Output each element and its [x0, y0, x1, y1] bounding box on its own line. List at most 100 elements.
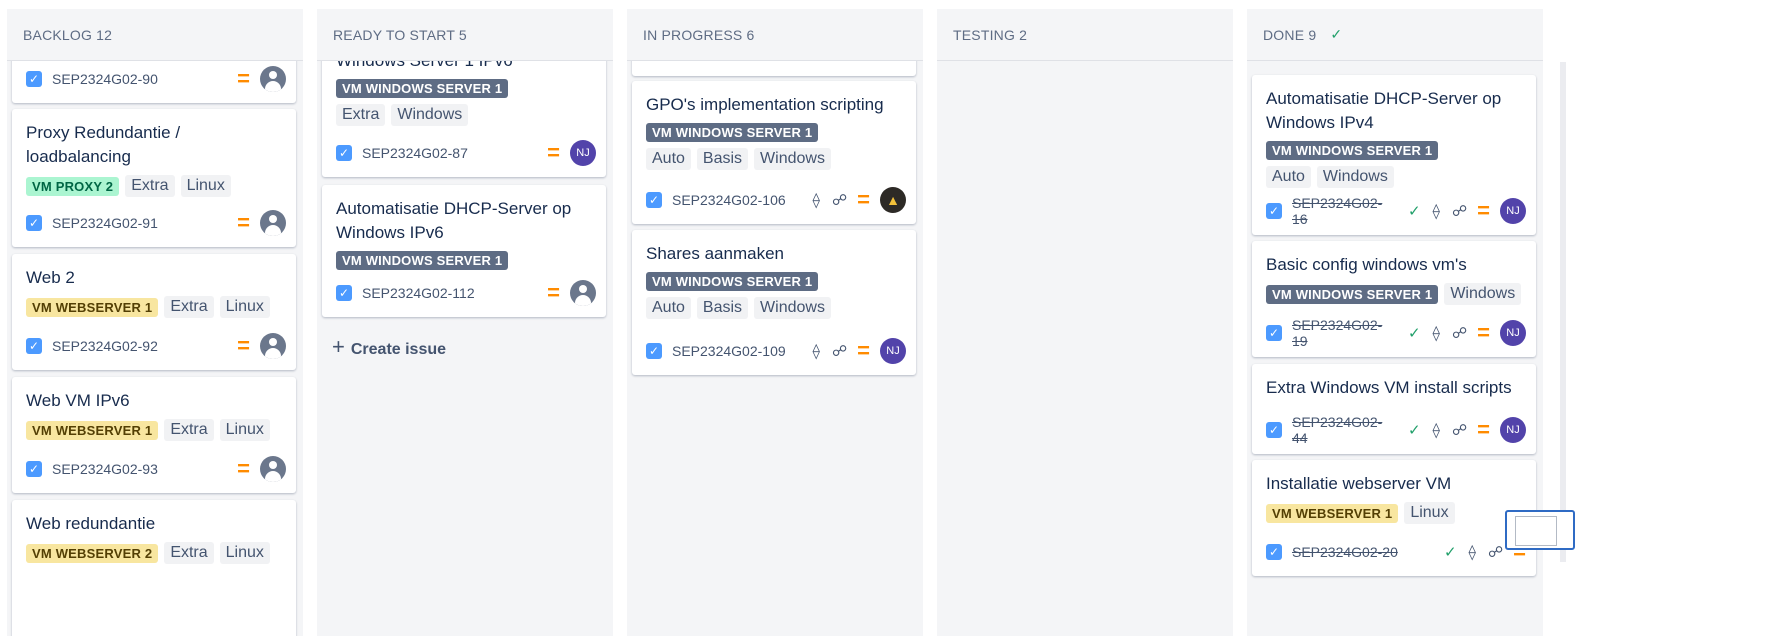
commit-icon: ⟠ [812, 192, 820, 209]
label-tag: Auto [646, 297, 691, 319]
vertical-scrollbar[interactable] [1560, 62, 1566, 562]
plus-icon: + [332, 334, 345, 359]
issue-key[interactable]: SEP2324G02-20 [1292, 544, 1398, 560]
label-tag: Extra [164, 542, 214, 564]
check-icon: ✓ [1407, 325, 1421, 342]
commit-icon: ⟠ [1468, 544, 1476, 561]
priority-medium-icon: = [857, 338, 870, 363]
minimap-viewport[interactable] [1515, 516, 1557, 546]
issue-key[interactable]: SEP2324G02-19 [1292, 317, 1396, 349]
card-footer: ✓ SEP2324G02-90 = [26, 65, 286, 93]
unassigned-avatar-icon[interactable] [260, 333, 286, 359]
issue-key[interactable]: SEP2324G02-92 [52, 338, 158, 354]
issue-card[interactable]: Shares aanmaken VM WINDOWS SERVER 1 Auto… [632, 230, 916, 375]
unassigned-avatar-icon[interactable] [260, 210, 286, 236]
issue-key[interactable]: SEP2324G02-44 [1292, 414, 1396, 446]
issue-key[interactable]: SEP2324G02-93 [52, 461, 158, 477]
issue-card[interactable]: Automatisatie DHCP-Server op Windows IPv… [1252, 75, 1536, 235]
column-title: DONE 9 [1263, 26, 1317, 43]
label-tag: Windows [754, 148, 831, 170]
column-backlog: BACKLOG 12 ✓ SEP2324G02-90 = Proxy Redun… [7, 9, 303, 636]
label-tag: Linux [219, 542, 270, 564]
epic-label: VM WEBSERVER 1 [26, 420, 159, 440]
issue-key[interactable]: SEP2324G02-90 [52, 71, 158, 87]
commit-icon: ⟠ [1432, 203, 1440, 220]
issue-summary: Web redundantie [26, 514, 156, 533]
label-tag: Extra [164, 419, 214, 441]
unassigned-avatar-icon[interactable] [570, 280, 596, 306]
issue-card[interactable]: Web VM IPv6 VM WEBSERVER 1 Extra Linux ✓… [12, 377, 296, 493]
priority-medium-icon: = [237, 210, 250, 235]
issue-card[interactable]: Installatie webserver VM VM WEBSERVER 1 … [1252, 460, 1536, 576]
card-footer: ✓ SEP2324G02-109 ⟠ ☍ = NJ [646, 337, 906, 365]
label-tag: Linux [1404, 502, 1455, 524]
checkbox-icon: ✓ [26, 338, 42, 354]
issue-summary: Installatie webserver VM [1266, 474, 1452, 493]
avatar[interactable]: NJ [570, 140, 596, 166]
checkbox-icon: ✓ [1266, 422, 1282, 438]
priority-medium-icon: = [1477, 320, 1490, 345]
check-icon: ✓ [1407, 422, 1421, 439]
epic-label: VM WEBSERVER 1 [26, 297, 159, 317]
card-footer: ✓ SEP2324G02-91 = [26, 209, 286, 237]
column-title: BACKLOG 12 [23, 26, 113, 43]
issue-card[interactable]: Basic config windows vm's VM WINDOWS SER… [1252, 241, 1536, 357]
issue-card[interactable]: Web 2 VM WEBSERVER 1 Extra Linux ✓ SEP23… [12, 254, 296, 370]
label-tag: Auto [1266, 166, 1311, 188]
card-footer: ✓ SEP2324G02-92 = [26, 332, 286, 360]
issue-card[interactable]: GPO's implementation scripting VM WINDOW… [632, 81, 916, 224]
checkbox-icon: ✓ [336, 285, 352, 301]
check-icon: ✓ [1407, 203, 1421, 220]
label-tag: Windows [391, 104, 469, 126]
create-issue-button[interactable]: + Create issue [332, 334, 446, 360]
avatar[interactable]: NJ [1500, 198, 1526, 224]
avatar[interactable]: NJ [880, 338, 906, 364]
label-tag: Extra [164, 296, 214, 318]
column-header[interactable]: DONE 9 ✓ [1247, 9, 1543, 61]
avatar[interactable]: NJ [1500, 320, 1526, 346]
checkbox-icon: ✓ [1266, 544, 1282, 560]
issue-key[interactable]: SEP2324G02-91 [52, 215, 158, 231]
issue-key[interactable]: SEP2324G02-16 [1292, 195, 1396, 227]
checkbox-icon: ✓ [26, 215, 42, 231]
label-tag: Linux [219, 296, 270, 318]
avatar[interactable]: NJ [1500, 417, 1526, 443]
issue-key[interactable]: SEP2324G02-106 [672, 192, 786, 208]
column-header[interactable]: TESTING 2 [937, 9, 1233, 61]
column-done: DONE 9 ✓ Automatisatie DHCP-Server op Win… [1247, 9, 1543, 636]
label-tag: Basis [696, 148, 749, 170]
issue-card[interactable]: Web redundantie VM WEBSERVER 2 Extra Lin… [12, 500, 296, 636]
card-footer: ✓ SEP2324G02-93 = [26, 455, 286, 483]
label-tag: Basis [696, 297, 749, 319]
hierarchy-icon: ☍ [1451, 422, 1468, 439]
unassigned-avatar-icon[interactable] [260, 66, 286, 92]
issue-key[interactable]: SEP2324G02-109 [672, 343, 786, 359]
label-tag: Auto [646, 148, 691, 170]
checkbox-icon: ✓ [1266, 203, 1282, 219]
check-icon: ✓ [1330, 26, 1343, 42]
issue-card[interactable]: Extra Windows VM install scripts ✓ SEP23… [1252, 364, 1536, 454]
issue-card[interactable]: Automatisatie DHCP-Server op Windows IPv… [322, 185, 606, 317]
epic-label: VM WINDOWS SERVER 1 [646, 272, 819, 291]
avatar[interactable]: ▲ [880, 187, 906, 213]
epic-label: VM WEBSERVER 2 [26, 543, 159, 563]
label-tag: Extra [336, 104, 386, 126]
hierarchy-icon: ☍ [1487, 544, 1504, 561]
checkbox-icon: ✓ [646, 192, 662, 208]
unassigned-avatar-icon[interactable] [260, 456, 286, 482]
column-header[interactable]: IN PROGRESS 6 [627, 9, 923, 61]
issue-summary: Automatisatie DHCP-Server op Windows IPv… [1266, 89, 1502, 132]
column-header[interactable]: READY TO START 5 [317, 9, 613, 61]
issue-card[interactable]: Proxy Redundantie / loadbalancing VM PRO… [12, 109, 296, 247]
column-header[interactable]: BACKLOG 12 [7, 9, 303, 61]
board-minimap[interactable] [1505, 510, 1575, 550]
card-footer: ✓ SEP2324G02-20 ✓ ⟠ ☍ = [1266, 538, 1526, 566]
hierarchy-icon: ☍ [1451, 325, 1468, 342]
issue-key[interactable]: SEP2324G02-87 [362, 145, 468, 161]
card-footer: ✓ SEP2324G02-106 ⟠ ☍ = ▲ [646, 186, 906, 214]
checkbox-icon: ✓ [26, 71, 42, 87]
issue-key[interactable]: SEP2324G02-112 [362, 285, 475, 301]
priority-medium-icon: = [237, 333, 250, 358]
issue-summary: Proxy Redundantie / loadbalancing [26, 123, 181, 166]
card-footer: ✓ SEP2324G02-19 ✓ ⟠ ☍ = NJ [1266, 317, 1526, 349]
